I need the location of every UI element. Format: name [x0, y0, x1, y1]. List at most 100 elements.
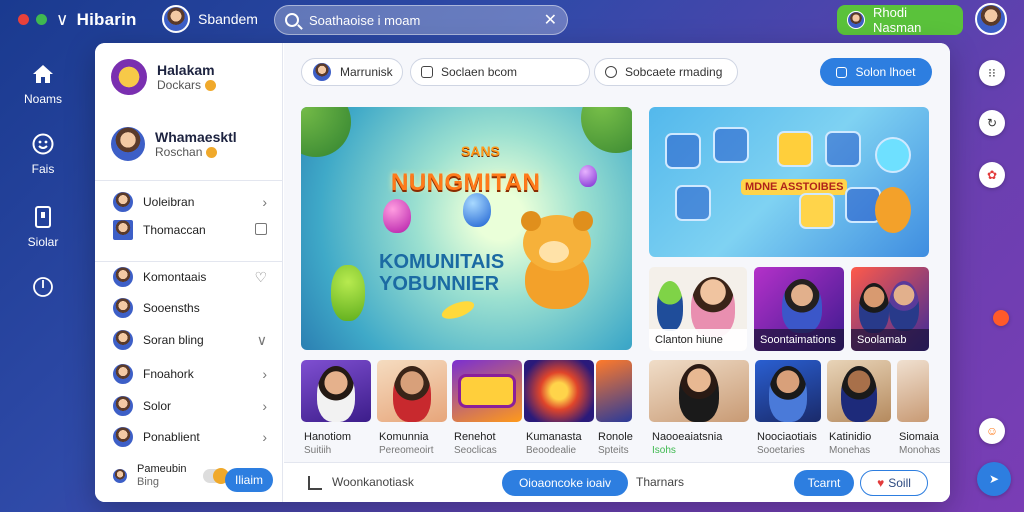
list-item[interactable]: Uoleibran › [111, 189, 267, 215]
list-item[interactable]: Sooensths [111, 295, 267, 321]
checkbox[interactable] [255, 222, 267, 238]
thumb-sub: Sooetaries [757, 445, 805, 456]
thumbnail[interactable] [897, 360, 929, 422]
apps-icon[interactable]: ✿ [979, 162, 1005, 188]
promo-title: MDNE ASSTOIBES [741, 179, 848, 195]
divider [95, 261, 283, 262]
thumbnail[interactable] [755, 360, 821, 422]
user-chip[interactable]: Marrunisk [301, 58, 403, 86]
game-tile [799, 193, 835, 229]
search-placeholder: Soathaoise i moam [309, 12, 421, 28]
hero-subtitle-1: KOMUNITAIS [379, 251, 505, 273]
emoji-icon[interactable]: ☺ [979, 418, 1005, 444]
primary-button[interactable]: Solon lhoet [820, 58, 932, 86]
list-item[interactable]: Komontaais ♡ [111, 264, 267, 290]
palm-leaf-decoration [581, 107, 632, 153]
chevron-down-icon[interactable]: ∨ [56, 10, 69, 30]
hero-top-text: SANS [461, 143, 500, 159]
sidebar-action-button[interactable]: Iliaim [225, 468, 273, 492]
square-icon [836, 66, 848, 78]
top-user[interactable]: Sbandem [162, 5, 258, 33]
list-item[interactable]: Solor › [111, 393, 267, 419]
minimize-dot-icon[interactable] [36, 14, 47, 25]
media-card[interactable]: Soontaimations [754, 267, 844, 351]
avatar [111, 265, 135, 289]
thumbnail[interactable] [524, 360, 594, 422]
list-item[interactable]: Soran bling ∨ [111, 327, 267, 353]
avatar [847, 11, 865, 29]
secondary-button[interactable]: ♥ Soill [860, 470, 928, 496]
profile-card[interactable]: Halakam Dockars [109, 57, 217, 97]
thumbnail[interactable] [649, 360, 749, 422]
bear-character [515, 211, 599, 315]
game-tile [665, 133, 701, 169]
avatar [111, 190, 135, 214]
card-label: Soolamab [851, 329, 929, 351]
main-window: Halakam Dockars Whamaesktl Roschan Uolei… [95, 43, 950, 502]
chevron-down-icon[interactable]: ∨ [257, 332, 267, 349]
square-icon [421, 66, 433, 78]
content-area: Marrunisk Soclaen bcom Sobcaete rmading … [284, 43, 950, 502]
refresh-icon[interactable]: ↻ [979, 110, 1005, 136]
rail-item-bookmark[interactable]: Siolar [0, 205, 86, 249]
cta-top-button[interactable]: Rhodi Nasman [837, 5, 963, 35]
top-user-name: Sbandem [198, 11, 258, 27]
search-input[interactable]: Soathaoise i moam ✕ [274, 5, 568, 35]
thumbnail[interactable] [827, 360, 891, 422]
thumb-title: Siomaia [899, 431, 939, 443]
bottom-mid-text: Tharnars [636, 475, 685, 489]
hero-title: NUNGMITAN [391, 169, 541, 196]
top-bar: ∨ Hibarin Sbandem Soathaoise i moam ✕ Rho… [0, 0, 1024, 42]
profile-sub: Roschan [155, 145, 237, 159]
bubble-icon [875, 137, 911, 173]
game-tile [777, 131, 813, 167]
thumbnail[interactable] [301, 360, 371, 422]
thumbnail[interactable] [377, 360, 447, 422]
hero-banner[interactable]: SANS NUNGMITAN KOMUNITAIS YOBUNNIER [301, 107, 632, 350]
profile-name: Halakam [157, 62, 215, 78]
thumbnail[interactable] [452, 360, 522, 422]
profile-card[interactable]: Whamaesktl Roschan [109, 125, 237, 163]
thumb-sub: Suitiih [304, 445, 332, 456]
rail-item-smiley[interactable]: Fais [0, 132, 86, 176]
list-item[interactable]: Thomaccan [111, 217, 267, 243]
compass-icon[interactable]: ➤ [977, 462, 1011, 496]
divider [95, 180, 283, 181]
chevron-right-icon: › [262, 398, 267, 414]
chevron-right-icon: › [262, 366, 267, 382]
coin-icon [205, 79, 217, 91]
rail-item-home[interactable]: Noams [0, 62, 86, 106]
bottom-pill-button[interactable]: Oioaoncoke ioaiv [502, 470, 628, 496]
thumb-sub: Beoodealie [526, 445, 577, 456]
home-icon [31, 62, 55, 86]
close-icon[interactable]: ✕ [544, 10, 557, 30]
hero-subtitle-2: YOBUNNIER [379, 273, 500, 295]
dots-icon[interactable]: ⁝⁝ [979, 60, 1005, 86]
promo-banner[interactable]: MDNE ASSTOIBES [649, 107, 929, 257]
balloon-icon [383, 199, 411, 233]
download-icon[interactable] [308, 476, 322, 490]
heart-icon[interactable]: ♡ [254, 269, 267, 286]
avatar [111, 425, 135, 449]
close-dot-icon[interactable] [18, 14, 29, 25]
thumb-sub: Monehas [829, 445, 871, 456]
filter-chip[interactable]: Soclaen bcom [410, 58, 590, 86]
balloon-icon [463, 193, 491, 227]
thumb-title: Naooeaiatsnia [652, 431, 723, 443]
app-brand: ∨ Hibarin [56, 10, 137, 30]
media-card[interactable]: Soolamab [851, 267, 929, 351]
list-item[interactable]: Ponablient › [111, 424, 267, 450]
thumb-title: Renehot [454, 431, 496, 443]
thumb-title: Noociaotiais [757, 431, 817, 443]
profile-avatar[interactable] [975, 3, 1007, 35]
search-chip[interactable]: Sobcaete rmading [594, 58, 738, 86]
card-label: Soontaimations [754, 329, 844, 351]
thumbnail[interactable] [596, 360, 632, 422]
media-card[interactable]: Clanton hiune [649, 267, 747, 351]
rail-item-power[interactable] [0, 275, 86, 305]
list-item[interactable]: Fnoahork › [111, 361, 267, 387]
toggle-switch[interactable] [202, 468, 229, 484]
start-button[interactable]: Tcarnt [794, 470, 854, 496]
notification-dot-icon[interactable] [993, 310, 1009, 326]
thumb-sub: Seoclicas [454, 445, 497, 456]
